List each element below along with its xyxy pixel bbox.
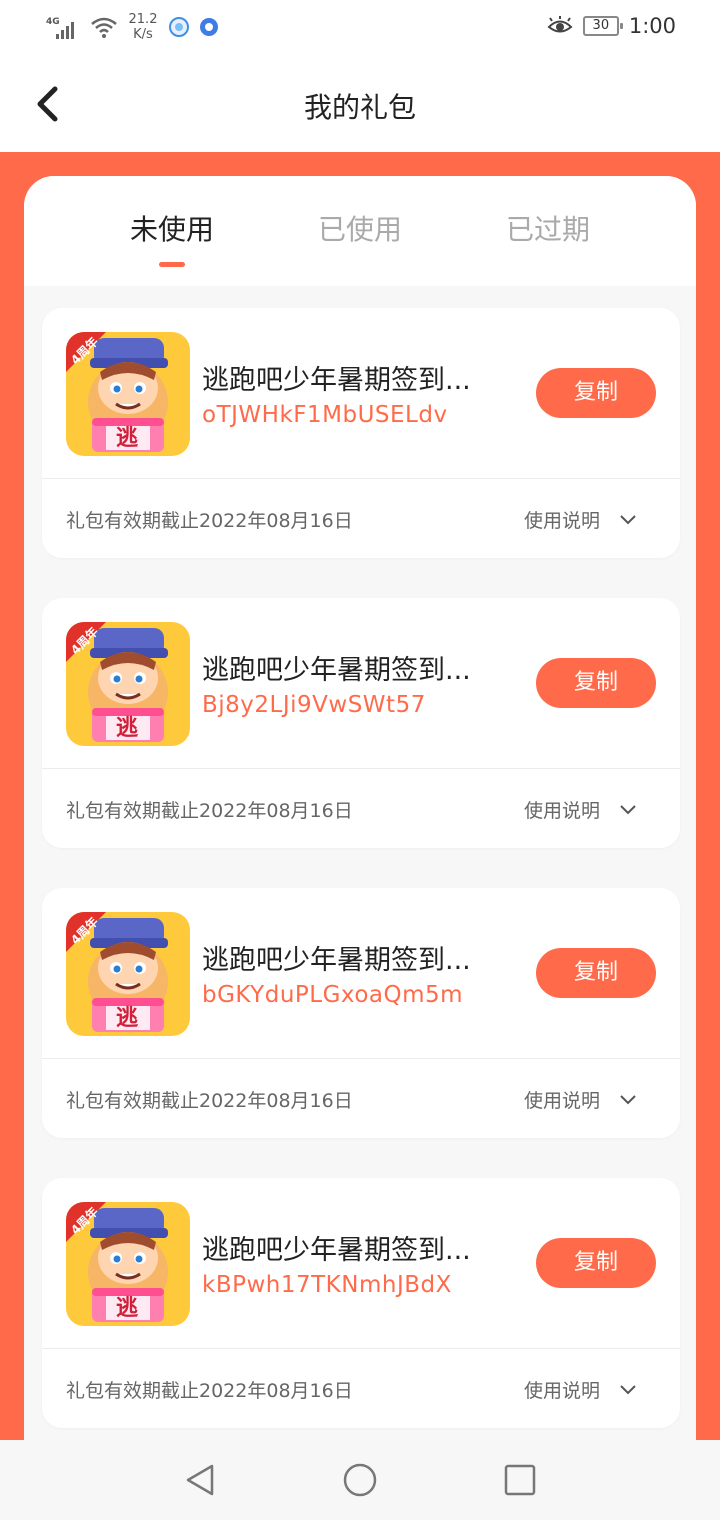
usage-label: 使用说明 xyxy=(524,800,601,822)
divider xyxy=(42,1058,680,1059)
copy-button[interactable]: 复制 xyxy=(536,948,656,998)
gift-card: 4周年 逃 逃跑吧少年暑期签到... oTJWHkF1MbUSELdv 复制 礼… xyxy=(42,308,680,558)
game-icon: 4周年 逃 xyxy=(66,912,190,1036)
tab-bar: 未使用 已使用 已过期 xyxy=(24,176,696,286)
speed-value: 21.2 xyxy=(128,12,158,27)
tab-expired[interactable]: 已过期 xyxy=(504,208,592,286)
status-left: 4G 21.2 K/s xyxy=(46,12,220,42)
icon-char: 逃 xyxy=(116,426,139,451)
network-speed: 21.2 K/s xyxy=(126,12,160,42)
wifi-icon xyxy=(91,17,117,38)
tab-unused[interactable]: 未使用 xyxy=(128,208,216,286)
battery-icon: 30 xyxy=(582,16,623,36)
gift-code: kBPwh17TKNmhJBdX xyxy=(202,1272,452,1298)
gift-card-header: 4周年 逃 逃跑吧少年暑期签到... oTJWHkF1MbUSELdv 复制 xyxy=(42,308,680,478)
chevron-down-icon xyxy=(620,804,636,814)
browser-app-icon xyxy=(169,17,189,37)
battery-level: 30 xyxy=(592,18,610,33)
chevron-down-icon xyxy=(620,1384,636,1394)
gift-card: 4周年 逃 逃跑吧少年暑期签到... Bj8y2LJi9VwSWt57 复制 礼… xyxy=(42,598,680,848)
cellular-signal-icon: 4G xyxy=(46,13,82,41)
copy-button[interactable]: 复制 xyxy=(536,1238,656,1288)
expiry-text: 礼包有效期截止2022年08月16日 xyxy=(66,1380,353,1402)
gift-card-header: 4周年 逃 逃跑吧少年暑期签到... bGKYduPLGxoaQm5m 复制 xyxy=(42,888,680,1058)
divider xyxy=(42,768,680,769)
copy-button[interactable]: 复制 xyxy=(536,368,656,418)
divider xyxy=(42,1348,680,1349)
gift-name: 逃跑吧少年暑期签到... xyxy=(202,945,471,976)
gift-card-header: 4周年 逃 逃跑吧少年暑期签到... Bj8y2LJi9VwSWt57 复制 xyxy=(42,598,680,768)
speed-unit: K/s xyxy=(133,27,153,42)
tab-used[interactable]: 已使用 xyxy=(316,208,404,286)
game-icon: 4周年 逃 xyxy=(66,622,190,746)
nav-bar: 我的礼包 xyxy=(0,56,720,152)
usage-instructions-toggle[interactable]: 使用说明 xyxy=(524,1086,638,1113)
usage-instructions-toggle[interactable]: 使用说明 xyxy=(524,796,638,823)
back-triangle-icon[interactable] xyxy=(180,1460,220,1500)
app-notification-icon xyxy=(200,18,218,36)
icon-char: 逃 xyxy=(116,1296,139,1321)
status-right: 30 1:00 xyxy=(547,14,676,38)
usage-instructions-toggle[interactable]: 使用说明 xyxy=(524,506,638,533)
expiry-text: 礼包有效期截止2022年08月16日 xyxy=(66,800,353,822)
icon-char: 逃 xyxy=(116,1006,139,1031)
expiry-text: 礼包有效期截止2022年08月16日 xyxy=(66,1090,353,1112)
gift-card: 4周年 逃 逃跑吧少年暑期签到... bGKYduPLGxoaQm5m 复制 礼… xyxy=(42,888,680,1138)
usage-label: 使用说明 xyxy=(524,1380,601,1402)
chevron-down-icon xyxy=(620,1094,636,1104)
gift-code: oTJWHkF1MbUSELdv xyxy=(202,402,448,428)
gift-name: 逃跑吧少年暑期签到... xyxy=(202,365,471,396)
gift-list: 4周年 逃 逃跑吧少年暑期签到... oTJWHkF1MbUSELdv 复制 礼… xyxy=(42,308,680,1468)
usage-label: 使用说明 xyxy=(524,510,601,532)
gift-card-header: 4周年 逃 逃跑吧少年暑期签到... kBPwh17TKNmhJBdX 复制 xyxy=(42,1178,680,1348)
gift-name: 逃跑吧少年暑期签到... xyxy=(202,1235,471,1266)
copy-button[interactable]: 复制 xyxy=(536,658,656,708)
system-nav-bar xyxy=(0,1440,720,1520)
gift-name: 逃跑吧少年暑期签到... xyxy=(202,655,471,686)
page-title: 我的礼包 xyxy=(303,91,416,124)
gift-code: bGKYduPLGxoaQm5m xyxy=(202,982,464,1008)
gift-code: Bj8y2LJi9VwSWt57 xyxy=(202,692,426,718)
chevron-down-icon xyxy=(620,514,636,524)
gift-card: 4周年 逃 逃跑吧少年暑期签到... kBPwh17TKNmhJBdX 复制 礼… xyxy=(42,1178,680,1428)
icon-char: 逃 xyxy=(116,716,139,741)
game-icon: 4周年 逃 xyxy=(66,332,190,456)
expiry-text: 礼包有效期截止2022年08月16日 xyxy=(66,510,353,532)
eye-comfort-icon xyxy=(547,16,573,33)
usage-instructions-toggle[interactable]: 使用说明 xyxy=(524,1376,638,1403)
divider xyxy=(42,478,680,479)
recents-square-icon[interactable] xyxy=(500,1460,540,1500)
status-bar: 4G 21.2 K/s 30 1:00 xyxy=(0,0,720,56)
clock: 1:00 xyxy=(628,14,676,38)
usage-label: 使用说明 xyxy=(524,1090,601,1112)
game-icon: 4周年 逃 xyxy=(66,1202,190,1326)
home-circle-icon[interactable] xyxy=(340,1460,380,1500)
